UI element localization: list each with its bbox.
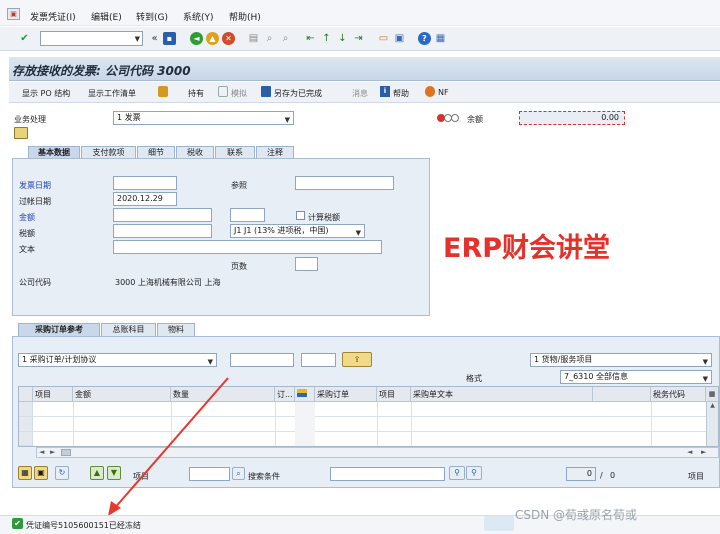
success-check-icon: ✔ [12, 518, 23, 529]
csdn-watermark: CSDN @荀彧原名荀或 [515, 508, 638, 522]
status-blur-block [484, 516, 514, 531]
annotation-arrow [108, 377, 229, 516]
status-message[interactable]: 凭证编号5105600151已经冻结 [26, 520, 141, 531]
